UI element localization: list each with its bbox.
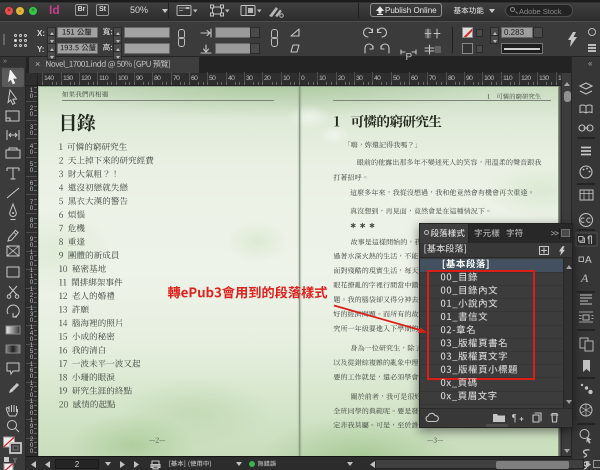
svg-text:T: T [13,458,17,465]
svg-text:A: A [585,255,592,266]
svg-text:«: « [588,59,593,68]
svg-text:P: P [406,52,413,63]
svg-text:A: A [580,271,589,285]
svg-text:¶: ¶ [512,413,517,424]
